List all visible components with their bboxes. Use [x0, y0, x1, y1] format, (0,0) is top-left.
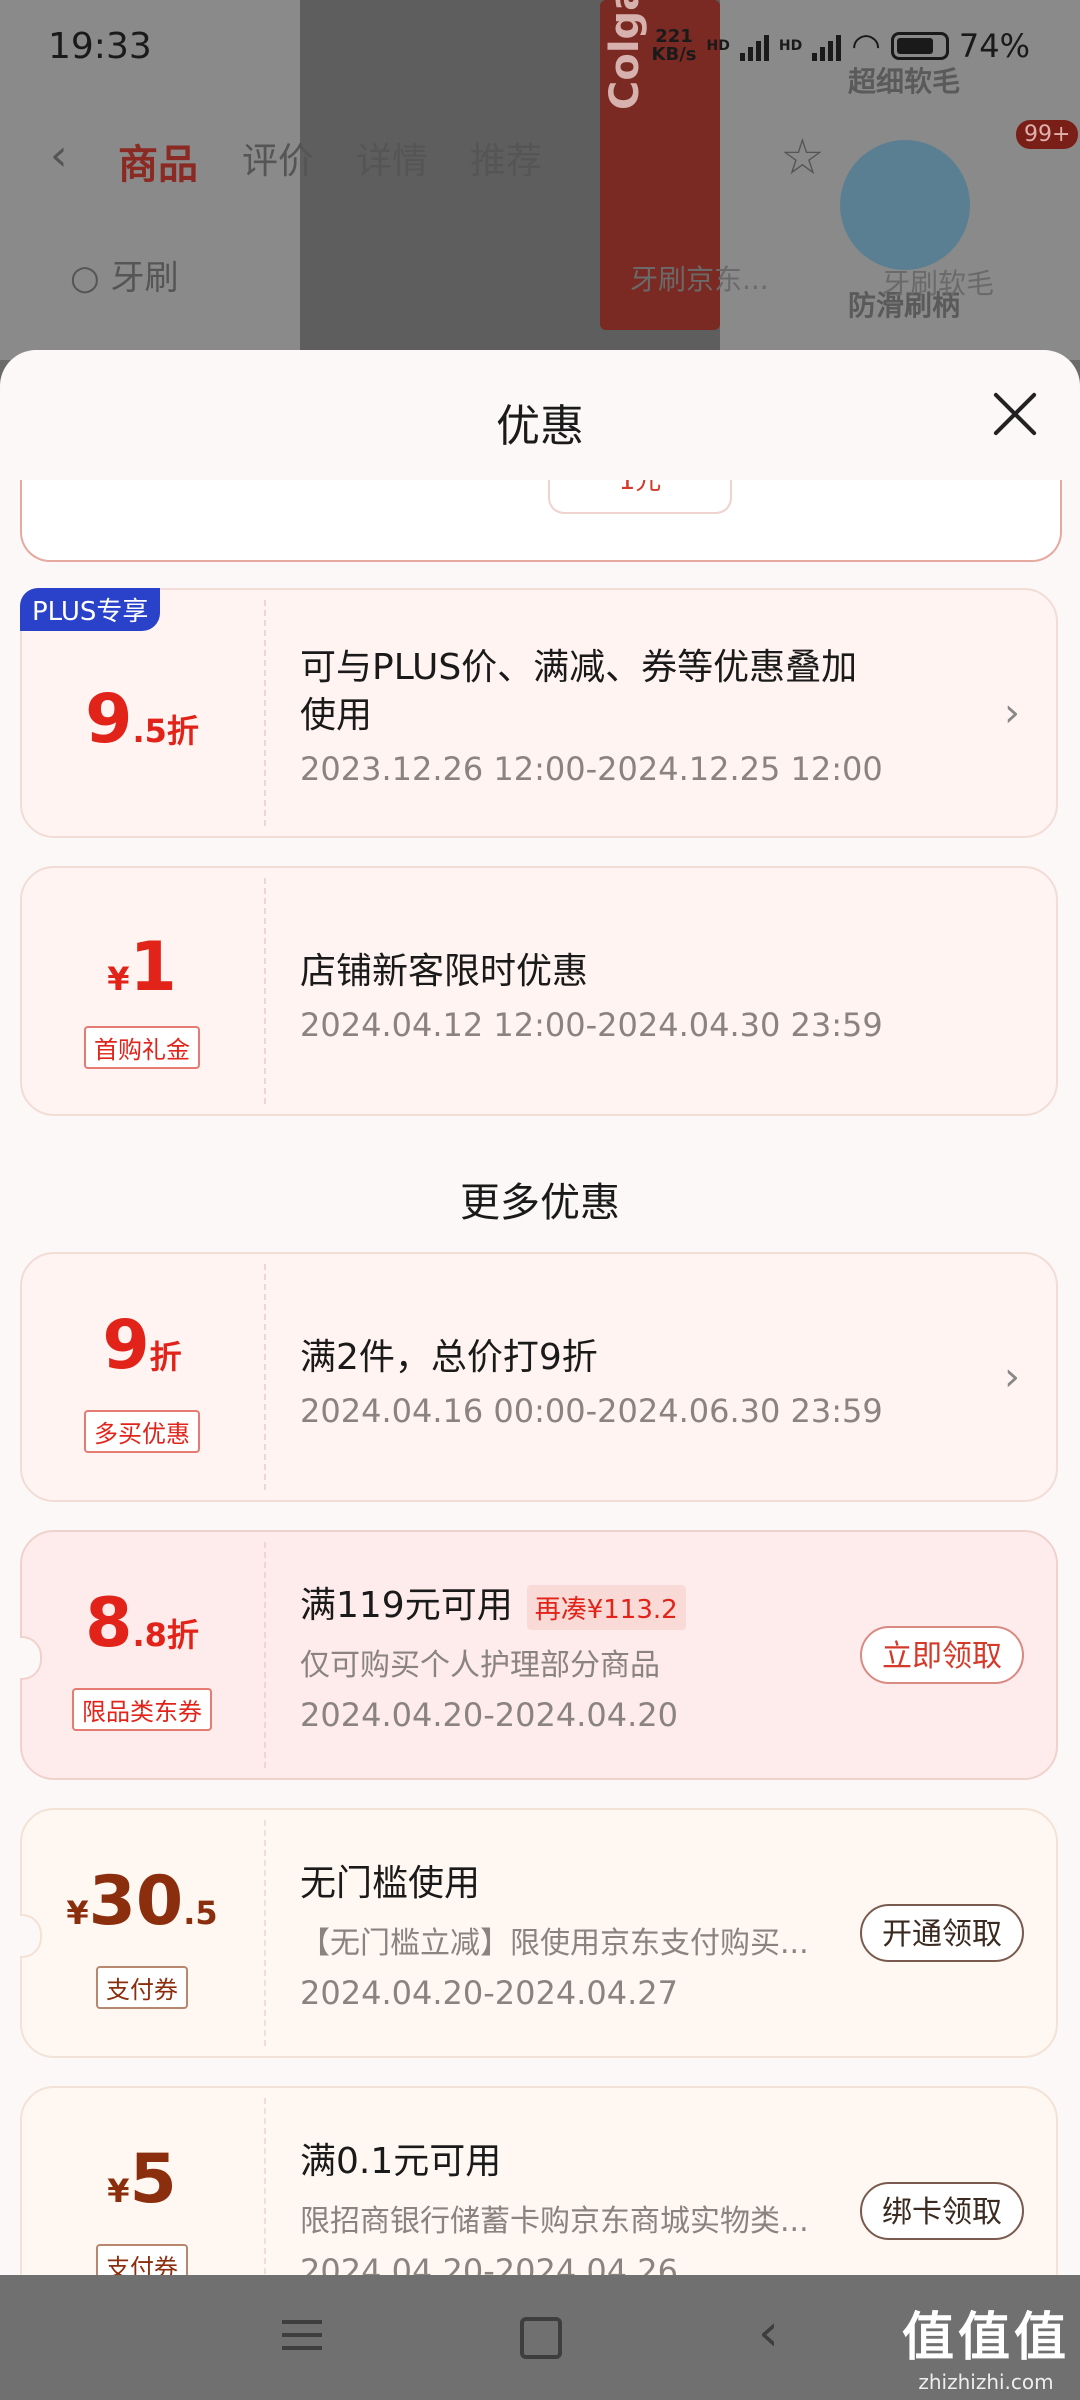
coupon-date: 2024.04.20-2024.04.26 [300, 2252, 678, 2275]
signal-icon-1 [739, 31, 769, 61]
chevron-right-icon[interactable]: › [1004, 1354, 1020, 1400]
discount-sheet: 优惠 1元 PLUS专享 9.5折 可与PLUS价、满减、券等优惠叠加 使用 2… [0, 350, 1080, 2275]
background-page: Colgate 超细软毛 防滑刷柄 牙刷软毛 19:33 221 KB/s HD… [0, 0, 1080, 360]
close-icon[interactable] [990, 390, 1040, 440]
partial-card-value: 1元 [548, 480, 732, 514]
coupon-description: 仅可购买个人护理部分商品 [300, 1648, 660, 1683]
coupon-divider [264, 2098, 266, 2275]
network-speed: 221 KB/s [651, 26, 697, 65]
coupon-divider [264, 600, 266, 826]
coupon-date: 2024.04.20-2024.04.20 [300, 1696, 678, 1734]
search-suggestion: 牙刷京东... [630, 263, 769, 296]
hd-label-2: HD [778, 38, 803, 54]
search-bar[interactable]: ○ 牙刷 [70, 250, 178, 299]
hd-label-1: HD [706, 38, 730, 54]
coupon-date: 2024.04.16 00:00-2024.06.30 23:59 [300, 1392, 883, 1430]
coupon-title: 满0.1元可用 [300, 2141, 502, 2182]
search-text: 牙刷 [110, 258, 179, 298]
coupon-tag: 支付券 [96, 1966, 188, 2009]
coupon-divider [264, 1264, 266, 1490]
product-nav: ‹ 商品 评价 详情 推荐 ☆ 99+ [0, 120, 1080, 200]
currency-symbol: ¥ [107, 2172, 130, 2210]
coupon-amount-area: ¥30.5 支付券 [22, 1810, 262, 2056]
back-icon[interactable]: ‹ [758, 2303, 779, 2363]
discount-value: 9 [102, 1306, 150, 1385]
coupon-title: 满2件，总价打9折 [300, 1337, 598, 1378]
coupon-amount-area: 8.8折 限品类东券 [22, 1532, 262, 1778]
coupon-title-row: 满119元可用 再凑¥113.2 [300, 1576, 686, 1630]
tab-details[interactable]: 详情 [356, 132, 428, 184]
watermark-url: zhizhizhi.com [918, 2370, 1054, 2394]
wifi-icon: ◠ [851, 26, 881, 66]
coupon-value: 30 [88, 1862, 184, 1941]
currency-symbol: ¥ [107, 960, 130, 998]
message-badge: 99+ [1016, 120, 1079, 149]
coupon-value: 1 [129, 928, 177, 1007]
sheet-title: 优惠 [496, 401, 584, 452]
status-icons: 221 KB/s HD HD ◠ 74% [652, 26, 1030, 66]
coupon-amount-area: ¥1 首购礼金 [22, 868, 262, 1114]
coupon-card-plus[interactable]: PLUS专享 9.5折 可与PLUS价、满减、券等优惠叠加 使用 2023.12… [20, 588, 1058, 838]
coupon-date: 2024.04.20-2024.04.27 [300, 1974, 678, 2012]
activate-claim-button[interactable]: 开通领取 [860, 1904, 1024, 1962]
coupon-amount-area: 9.5折 [22, 590, 262, 836]
watermark-main: 值值值 [901, 2308, 1070, 2368]
battery-icon [890, 32, 949, 60]
coupon-tag: 限品类东券 [72, 1688, 212, 1731]
coupon-divider [264, 1542, 266, 1768]
watermark-logo: 值值值 zhizhizhi.com [902, 2295, 1070, 2394]
tab-recommend[interactable]: 推荐 [470, 132, 542, 184]
coupon-amount-area: ¥5 支付券 [22, 2088, 262, 2275]
battery-percent: 74% [958, 27, 1030, 65]
coupon-divider [264, 1820, 266, 2046]
coupon-card-category[interactable]: 8.8折 限品类东券 满119元可用 再凑¥113.2 仅可购买个人护理部分商品 … [20, 1530, 1058, 1780]
coupon-card-payment-2[interactable]: ¥5 支付券 满0.1元可用 限招商银行储蓄卡购京东商城实物类... 2024.… [20, 2086, 1058, 2275]
coupon-tag: 多买优惠 [84, 1410, 200, 1453]
discount-unit: .8折 [132, 1616, 199, 1654]
coupon-list[interactable]: 1元 PLUS专享 9.5折 可与PLUS价、满减、券等优惠叠加 使用 2023… [0, 480, 1080, 2275]
system-nav-bar: ‹ 值值值 zhizhizhi.com [0, 2275, 1080, 2400]
bind-card-claim-button[interactable]: 绑卡领取 [860, 2182, 1024, 2240]
search-icon: ○ [70, 258, 100, 298]
chevron-right-icon[interactable]: › [1004, 690, 1020, 736]
coupon-value-decimal: .5 [183, 1894, 218, 1932]
coupon-title: 无门槛使用 [300, 1863, 481, 1904]
favorite-star-icon[interactable]: ☆ [780, 128, 825, 186]
coupon-title-line2: 使用 [300, 695, 373, 736]
coupon-tag: 支付券 [96, 2244, 188, 2275]
discount-value: 8 [85, 1584, 133, 1663]
feature-label-brush: 牙刷软毛 [882, 267, 995, 300]
coupon-title-line1: 可与PLUS价、满减、券等优惠叠加 [300, 647, 858, 688]
coupon-card-partial: 1元 [20, 480, 1062, 562]
rebate-hint: 再凑¥113.2 [526, 1584, 686, 1630]
coupon-card-multi-buy[interactable]: 9折 多买优惠 满2件，总价打9折 2024.04.16 00:00-2024.… [20, 1252, 1058, 1502]
tab-reviews[interactable]: 评价 [242, 132, 314, 184]
home-icon[interactable] [520, 2317, 562, 2359]
coupon-description: 【无门槛立减】限使用京东支付购买... [300, 1926, 809, 1961]
coupon-tag: 首购礼金 [84, 1026, 200, 1069]
discount-unit: .5折 [132, 712, 199, 750]
more-discounts-heading: 更多优惠 [460, 1180, 620, 1226]
coupon-date: 2024.04.12 12:00-2024.04.30 23:59 [300, 1006, 883, 1044]
status-time: 19:33 [48, 26, 152, 67]
coupon-value: 5 [129, 2140, 177, 2219]
coupon-date: 2023.12.26 12:00-2024.12.25 12:00 [300, 750, 883, 788]
coupon-card-payment-1[interactable]: ¥30.5 支付券 无门槛使用 【无门槛立减】限使用京东支付购买... 2024… [20, 1808, 1058, 2058]
coupon-title: 满119元可用 [300, 1585, 513, 1626]
claim-now-button[interactable]: 立即领取 [860, 1626, 1024, 1684]
signal-icon-2 [812, 31, 842, 61]
coupon-description: 限招商银行储蓄卡购京东商城实物类... [300, 2204, 809, 2239]
back-arrow-icon[interactable]: ‹ [50, 130, 68, 181]
coupon-divider [264, 878, 266, 1104]
coupon-amount-area: 9折 多买优惠 [22, 1254, 262, 1500]
discount-unit: 折 [149, 1338, 182, 1376]
status-bar: 19:33 221 KB/s HD HD ◠ 74% [0, 0, 1080, 100]
discount-value: 9 [85, 680, 133, 759]
menu-icon[interactable] [282, 2320, 322, 2359]
currency-symbol: ¥ [66, 1894, 89, 1932]
coupon-title: 店铺新客限时优惠 [300, 951, 589, 992]
tab-product[interactable]: 商品 [118, 132, 198, 190]
coupon-card-new-customer[interactable]: ¥1 首购礼金 店铺新客限时优惠 2024.04.12 12:00-2024.0… [20, 866, 1058, 1116]
